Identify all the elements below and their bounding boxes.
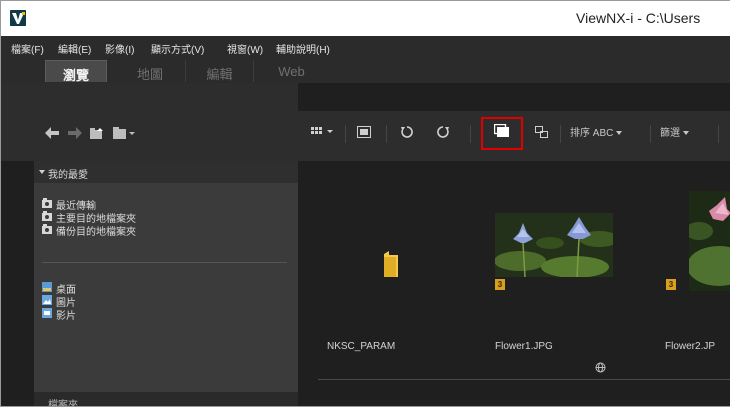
- camera-folder-icon: [42, 198, 52, 208]
- menu-bar: 檔案(F) 編輯(E) 影像(I) 顯示方式(V) 視窗(W) 輔助說明(H): [1, 36, 730, 58]
- thumbnail-grid: 3 3: [298, 161, 730, 406]
- file-name-flower1[interactable]: Flower1.JPG: [495, 341, 553, 352]
- sort-label: 排序 ABC: [570, 128, 614, 139]
- navigation-toolbar: [1, 83, 298, 161]
- toolbar-separator: [470, 125, 471, 143]
- menu-help[interactable]: 輔助說明(H): [276, 41, 330, 56]
- menu-window[interactable]: 視窗(W): [227, 41, 263, 56]
- thumbnail-toolbar: 排序 ABC 篩選: [298, 111, 730, 161]
- videos-icon: [42, 308, 52, 318]
- window-title: ViewNX-i - C:\Users: [576, 10, 701, 26]
- title-bar: ViewNX-i - C:\Users: [1, 1, 730, 36]
- panel-divider: [42, 262, 287, 263]
- app-window: ViewNX-i - C:\Users 檔案(F) 編輯(E) 影像(I) 顯示…: [0, 0, 730, 407]
- toolbar-separator: [718, 125, 719, 143]
- file-name-nksc-param[interactable]: NKSC_PARAM: [327, 341, 395, 352]
- favorites-header[interactable]: 我的最愛: [34, 161, 298, 183]
- workspace-tab-bar: 瀏覽 地圖 編輯 Web: [1, 58, 730, 83]
- folders-title: 檔案夾: [48, 400, 78, 407]
- tab-edit[interactable]: 編輯: [185, 60, 253, 82]
- menu-edit[interactable]: 編輯(E): [58, 41, 91, 56]
- menu-file[interactable]: 檔案(F): [11, 41, 44, 56]
- camera-folder-icon: [42, 224, 52, 234]
- camera-folder-icon: [42, 211, 52, 221]
- rating-badge: 3: [495, 279, 505, 290]
- rotate-right-icon[interactable]: [431, 123, 455, 145]
- pictures-icon: [42, 295, 52, 305]
- collapse-triangle-icon[interactable]: [39, 170, 45, 174]
- sort-dropdown[interactable]: 排序 ABC: [570, 123, 623, 145]
- app-logo-icon: [10, 10, 26, 26]
- fit-view-icon[interactable]: [350, 123, 378, 145]
- body-area: 我的最愛 最近傳輸 主要目的地檔案夾 備份目的地檔案夾 桌面 圖片 影片 檔案夾…: [1, 83, 730, 407]
- folder-up-icon[interactable]: [90, 127, 104, 141]
- rating-badge: 3: [666, 279, 676, 290]
- menu-view[interactable]: 顯示方式(V): [151, 41, 204, 56]
- chevron-down-icon: [683, 131, 689, 136]
- highlight-box: [481, 117, 523, 150]
- folder-menu-icon[interactable]: [113, 127, 135, 141]
- favorites-title: 我的最愛: [48, 170, 88, 181]
- filter-label: 篩選: [660, 128, 680, 139]
- folder-icon[interactable]: [384, 251, 398, 277]
- globe-icon: [595, 360, 606, 373]
- tab-map[interactable]: 地圖: [115, 60, 185, 82]
- favorites-panel: 我的最愛 最近傳輸 主要目的地檔案夾 備份目的地檔案夾 桌面 圖片 影片 檔案夾: [34, 161, 298, 407]
- grid-view-icon[interactable]: [308, 123, 338, 145]
- tab-web[interactable]: Web: [253, 60, 329, 82]
- desktop-icon: [42, 282, 52, 292]
- back-arrow-icon[interactable]: [45, 127, 59, 141]
- thumbnail-flower1[interactable]: [495, 213, 613, 277]
- chevron-down-icon: [616, 131, 623, 136]
- row-divider: [318, 379, 730, 380]
- toolbar-separator: [560, 125, 561, 143]
- compare-icon[interactable]: [531, 123, 553, 145]
- thumbnail-flower2[interactable]: [689, 191, 730, 291]
- toolbar-separator: [345, 125, 346, 143]
- forward-arrow-icon[interactable]: [68, 127, 82, 141]
- filter-dropdown[interactable]: 篩選: [660, 123, 689, 145]
- menu-image[interactable]: 影像(I): [105, 41, 134, 56]
- tab-browse[interactable]: 瀏覽: [45, 60, 107, 83]
- folders-header[interactable]: 檔案夾: [34, 392, 298, 407]
- toolbar-separator: [650, 125, 651, 143]
- file-name-flower2[interactable]: Flower2.JP: [665, 341, 715, 352]
- toolbar-separator: [386, 125, 387, 143]
- rotate-left-icon[interactable]: [395, 123, 419, 145]
